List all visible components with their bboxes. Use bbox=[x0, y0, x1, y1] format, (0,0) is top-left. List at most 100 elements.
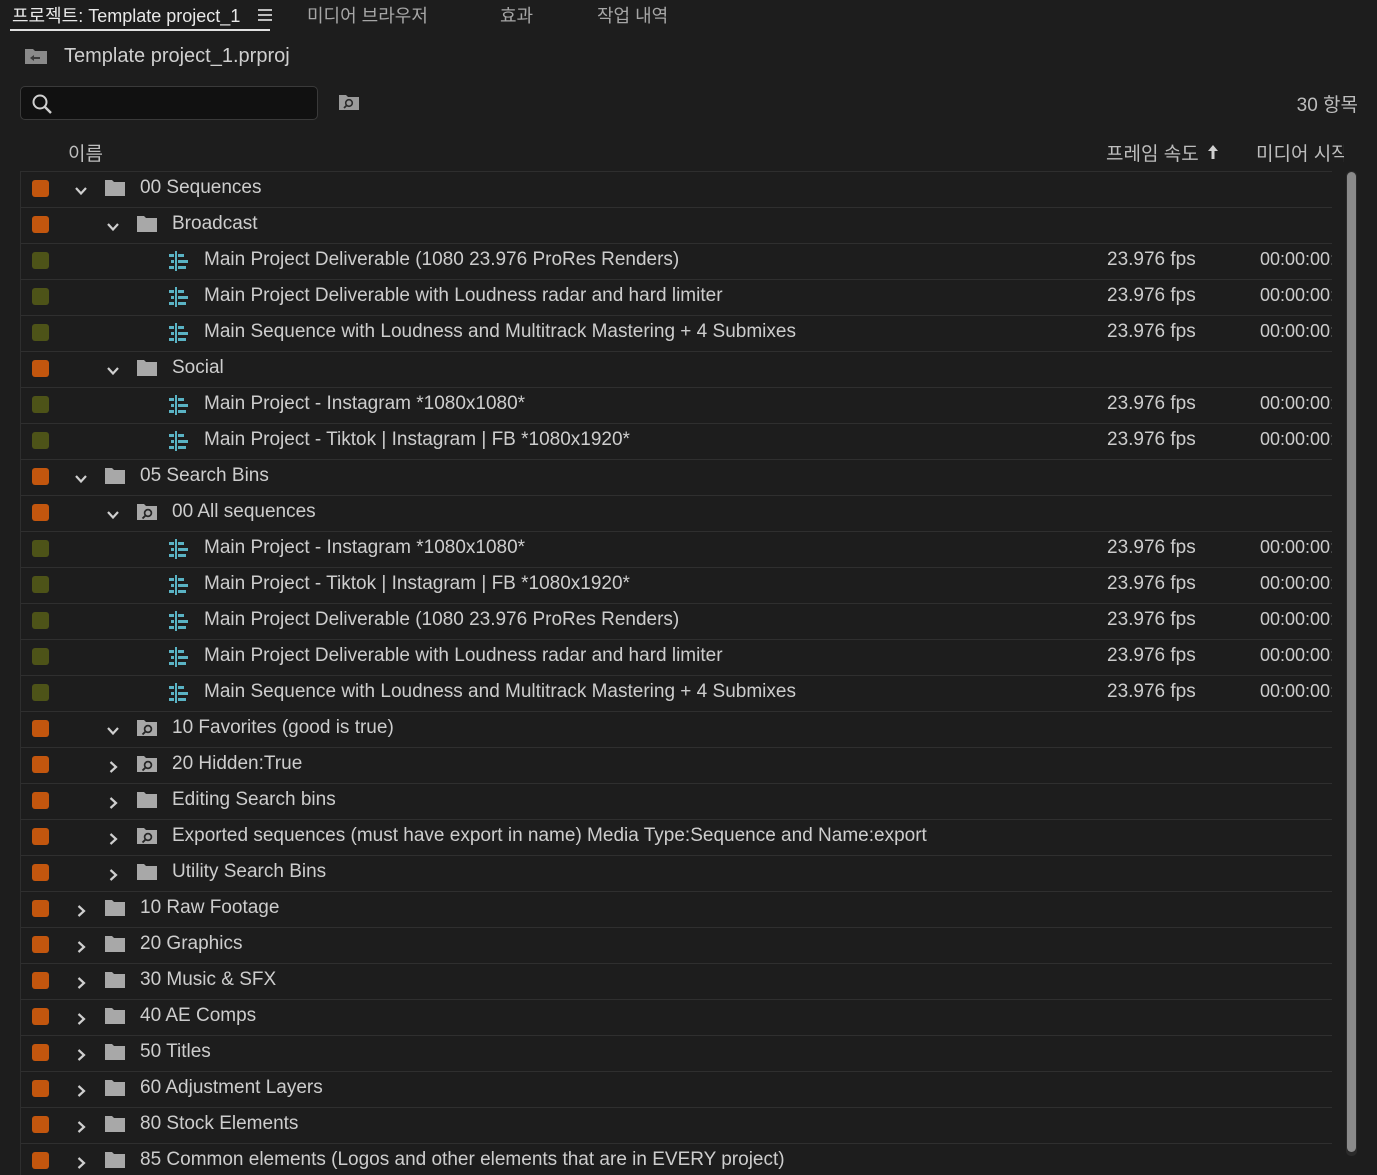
item-name: 40 AE Comps bbox=[140, 1005, 257, 1026]
label-color-swatch[interactable] bbox=[32, 252, 49, 269]
chevron-right-icon[interactable] bbox=[106, 794, 120, 809]
bin-row[interactable]: Utility Search Bins bbox=[21, 856, 1332, 892]
item-media-start: 00:00:00: bbox=[1260, 285, 1332, 305]
label-color-swatch[interactable] bbox=[32, 720, 49, 737]
chevron-right-icon[interactable] bbox=[74, 1046, 88, 1061]
sequence-row[interactable]: Main Project - Tiktok | Instagram | FB *… bbox=[21, 568, 1332, 604]
search-input[interactable] bbox=[20, 86, 318, 120]
label-color-swatch[interactable] bbox=[32, 900, 49, 917]
chevron-right-icon[interactable] bbox=[106, 866, 120, 881]
label-color-swatch[interactable] bbox=[32, 396, 49, 413]
sequence-icon bbox=[168, 394, 190, 416]
chevron-down-icon[interactable] bbox=[106, 218, 120, 232]
label-color-swatch[interactable] bbox=[32, 360, 49, 377]
new-search-bin-icon[interactable] bbox=[338, 94, 360, 117]
sequence-row[interactable]: Main Project - Tiktok | Instagram | FB *… bbox=[21, 424, 1332, 460]
chevron-right-icon[interactable] bbox=[74, 938, 88, 953]
sequence-row[interactable]: Main Project Deliverable with Loudness r… bbox=[21, 280, 1332, 316]
bin-row[interactable]: 50 Titles bbox=[21, 1036, 1332, 1072]
bin-row[interactable]: 40 AE Comps bbox=[21, 1000, 1332, 1036]
label-color-swatch[interactable] bbox=[32, 468, 49, 485]
label-color-swatch[interactable] bbox=[32, 684, 49, 701]
column-header-media-start[interactable]: 미디어 시작 bbox=[1256, 139, 1344, 166]
item-media-start: 00:00:00: bbox=[1260, 645, 1332, 665]
label-color-swatch[interactable] bbox=[32, 288, 49, 305]
label-color-swatch[interactable] bbox=[32, 1044, 49, 1061]
chevron-right-icon[interactable] bbox=[74, 902, 88, 917]
bin-row[interactable]: 30 Music & SFX bbox=[21, 964, 1332, 1000]
chevron-right-icon[interactable] bbox=[74, 1154, 88, 1169]
item-name: 00 Sequences bbox=[140, 177, 262, 198]
column-header-frame-rate[interactable]: 프레임 속도 bbox=[1106, 139, 1219, 166]
label-color-swatch[interactable] bbox=[32, 936, 49, 953]
label-color-swatch[interactable] bbox=[32, 1116, 49, 1133]
bin-row[interactable]: Broadcast bbox=[21, 208, 1332, 244]
tab-project[interactable]: 프로젝트: Template project_1 bbox=[12, 2, 240, 28]
label-color-swatch[interactable] bbox=[32, 1152, 49, 1169]
label-color-swatch[interactable] bbox=[32, 180, 49, 197]
bin-row[interactable]: 10 Favorites (good is true) bbox=[21, 712, 1332, 748]
chevron-right-icon[interactable] bbox=[106, 758, 120, 773]
chevron-down-icon[interactable] bbox=[106, 722, 120, 736]
item-name: 80 Stock Elements bbox=[140, 1113, 299, 1134]
label-color-swatch[interactable] bbox=[32, 612, 49, 629]
label-color-swatch[interactable] bbox=[32, 972, 49, 989]
sequence-icon bbox=[168, 610, 190, 632]
item-name: Main Project Deliverable with Loudness r… bbox=[204, 645, 723, 666]
panel-menu-icon[interactable] bbox=[258, 9, 272, 21]
project-up-folder-icon[interactable] bbox=[24, 47, 48, 65]
sequence-row[interactable]: Main Sequence with Loudness and Multitra… bbox=[21, 676, 1332, 712]
label-color-swatch[interactable] bbox=[32, 216, 49, 233]
sequence-row[interactable]: Main Project - Instagram *1080x1080* 23.9… bbox=[21, 532, 1332, 568]
sequence-row[interactable]: Main Project Deliverable (1080 23.976 Pr… bbox=[21, 604, 1332, 640]
item-media-start: 00:00:00: bbox=[1260, 573, 1332, 593]
bin-row[interactable]: 00 Sequences bbox=[21, 172, 1332, 208]
chevron-down-icon[interactable] bbox=[74, 470, 88, 484]
bin-row[interactable]: 20 Graphics bbox=[21, 928, 1332, 964]
item-name: 30 Music & SFX bbox=[140, 969, 277, 990]
label-color-swatch[interactable] bbox=[32, 864, 49, 881]
column-header-name[interactable]: 이름 bbox=[68, 139, 103, 166]
label-color-swatch[interactable] bbox=[32, 648, 49, 665]
bin-row[interactable]: 85 Common elements (Logos and other elem… bbox=[21, 1144, 1332, 1175]
sequence-row[interactable]: Main Project - Instagram *1080x1080* 23.9… bbox=[21, 388, 1332, 424]
bin-row[interactable]: 05 Search Bins bbox=[21, 460, 1332, 496]
folder-icon bbox=[136, 215, 158, 233]
sequence-row[interactable]: Main Sequence with Loudness and Multitra… bbox=[21, 316, 1332, 352]
chevron-right-icon[interactable] bbox=[74, 1118, 88, 1133]
chevron-down-icon[interactable] bbox=[106, 362, 120, 376]
label-color-swatch[interactable] bbox=[32, 576, 49, 593]
bin-row[interactable]: Exported sequences (must have export in … bbox=[21, 820, 1332, 856]
bin-row[interactable]: 60 Adjustment Layers bbox=[21, 1072, 1332, 1108]
label-color-swatch[interactable] bbox=[32, 540, 49, 557]
label-color-swatch[interactable] bbox=[32, 324, 49, 341]
bin-row[interactable]: Social bbox=[21, 352, 1332, 388]
tab-history[interactable]: 작업 내역 bbox=[597, 2, 668, 28]
bin-row[interactable]: 80 Stock Elements bbox=[21, 1108, 1332, 1144]
sequence-row[interactable]: Main Project Deliverable (1080 23.976 Pr… bbox=[21, 244, 1332, 280]
tab-media-browser[interactable]: 미디어 브라우저 bbox=[307, 2, 428, 28]
panel-tabs: 프로젝트: Template project_1 미디어 브라우저 효과 작업 … bbox=[0, 0, 1377, 34]
sequence-row[interactable]: Main Project Deliverable with Loudness r… bbox=[21, 640, 1332, 676]
label-color-swatch[interactable] bbox=[32, 504, 49, 521]
item-name: Main Project - Instagram *1080x1080* bbox=[204, 393, 526, 414]
label-color-swatch[interactable] bbox=[32, 1008, 49, 1025]
chevron-right-icon[interactable] bbox=[106, 830, 120, 845]
scrollbar-thumb[interactable] bbox=[1347, 172, 1356, 1152]
label-color-swatch[interactable] bbox=[32, 756, 49, 773]
bin-row[interactable]: 20 Hidden:True bbox=[21, 748, 1332, 784]
label-color-swatch[interactable] bbox=[32, 1080, 49, 1097]
tab-effects[interactable]: 효과 bbox=[500, 2, 533, 28]
chevron-down-icon[interactable] bbox=[74, 182, 88, 196]
bin-row[interactable]: 10 Raw Footage bbox=[21, 892, 1332, 928]
bin-row[interactable]: Editing Search bins bbox=[21, 784, 1332, 820]
label-color-swatch[interactable] bbox=[32, 432, 49, 449]
chevron-right-icon[interactable] bbox=[74, 974, 88, 989]
label-color-swatch[interactable] bbox=[32, 792, 49, 809]
chevron-right-icon[interactable] bbox=[74, 1082, 88, 1097]
chevron-right-icon[interactable] bbox=[74, 1010, 88, 1025]
bin-row[interactable]: 00 All sequences bbox=[21, 496, 1332, 532]
label-color-swatch[interactable] bbox=[32, 828, 49, 845]
item-name: 20 Hidden:True bbox=[172, 753, 303, 774]
chevron-down-icon[interactable] bbox=[106, 506, 120, 520]
